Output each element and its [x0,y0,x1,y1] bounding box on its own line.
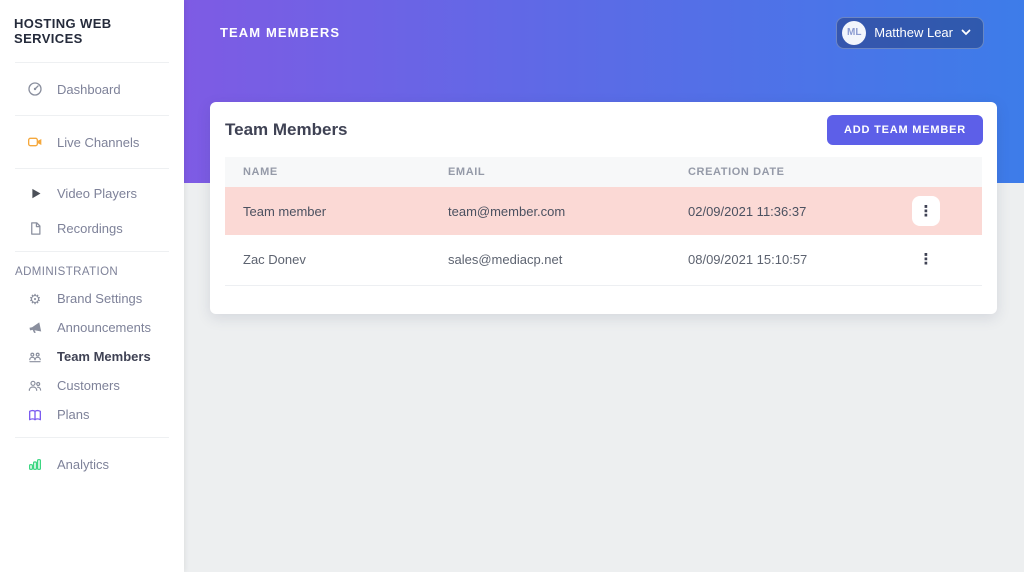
sidebar-item-customers[interactable]: Customers [0,371,184,400]
gear-icon: ⚙ [28,290,42,307]
team-members-card: Team Members ADD TEAM MEMBER NAME EMAIL … [210,102,997,314]
sidebar-item-label: Announcements [57,320,151,335]
dashboard-icon [26,80,44,98]
sidebar-item-label: Recordings [57,220,123,236]
cell-creation-date: 08/09/2021 15:10:57 [670,235,892,286]
cell-email: team@member.com [430,187,670,235]
column-header-creation-date: CREATION DATE [670,157,892,187]
admin-section-label: ADMINISTRATION [15,266,119,278]
file-icon [26,219,44,237]
user-menu[interactable]: ML Matthew Lear [836,16,984,49]
column-header-actions [892,157,982,187]
book-icon [26,406,44,424]
cell-email: sales@mediacp.net [430,235,670,286]
megaphone-icon [26,319,44,337]
user-name: Matthew Lear [874,25,953,40]
cell-name: Zac Donev [225,235,430,286]
sidebar-item-label: Analytics [57,456,110,472]
table-row: Zac Donev sales@mediacp.net 08/09/2021 1… [225,235,982,286]
sidebar: HOSTING WEB SERVICES Dashboard Live Chan… [0,0,184,572]
column-header-email: EMAIL [430,157,670,187]
video-camera-icon [26,133,44,151]
sidebar-item-label: Customers [57,378,120,393]
add-team-member-button[interactable]: ADD TEAM MEMBER [827,115,983,145]
row-actions-menu-button[interactable]: ⋮ [912,244,940,275]
sidebar-item-label: Video Players [57,185,137,201]
team-icon [26,348,44,366]
row-actions-menu-button[interactable]: ⋮ [912,196,940,226]
sidebar-item-brand-settings[interactable]: ⚙ Brand Settings [0,284,184,313]
sidebar-item-label: Team Members [57,349,151,364]
table-row: Team member team@member.com 02/09/2021 1… [225,187,982,235]
cell-name: Team member [225,187,430,235]
sidebar-item-dashboard[interactable]: Dashboard [0,69,184,109]
card-header: Team Members ADD TEAM MEMBER [210,102,997,157]
chevron-down-icon [961,29,971,36]
sidebar-item-label: Dashboard [57,81,121,97]
sidebar-item-team-members[interactable]: Team Members [0,342,184,371]
avatar: ML [842,20,867,45]
sidebar-item-label: Plans [57,407,90,422]
bar-chart-icon [26,455,44,473]
table-header-row: NAME EMAIL CREATION DATE [225,157,982,187]
customers-icon [26,377,44,395]
sidebar-item-recordings[interactable]: Recordings [0,211,184,245]
sidebar-item-live-channels[interactable]: Live Channels [0,122,184,162]
page-title: TEAM MEMBERS [220,25,341,40]
play-icon [26,184,44,202]
team-members-table: NAME EMAIL CREATION DATE Team member tea… [225,157,982,286]
topbar: TEAM MEMBERS ML Matthew Lear [184,0,1024,54]
sidebar-item-label: Live Channels [57,134,140,150]
sidebar-item-announcements[interactable]: Announcements [0,313,184,342]
column-header-name: NAME [225,157,430,187]
cell-creation-date: 02/09/2021 11:36:37 [670,187,892,235]
sidebar-item-label: Brand Settings [57,291,143,306]
sidebar-item-video-players[interactable]: Video Players [0,175,184,211]
sidebar-item-plans[interactable]: Plans [0,400,184,429]
brand-title: HOSTING WEB SERVICES [14,16,112,46]
card-title: Team Members [225,120,348,139]
sidebar-item-analytics[interactable]: Analytics [0,444,184,484]
